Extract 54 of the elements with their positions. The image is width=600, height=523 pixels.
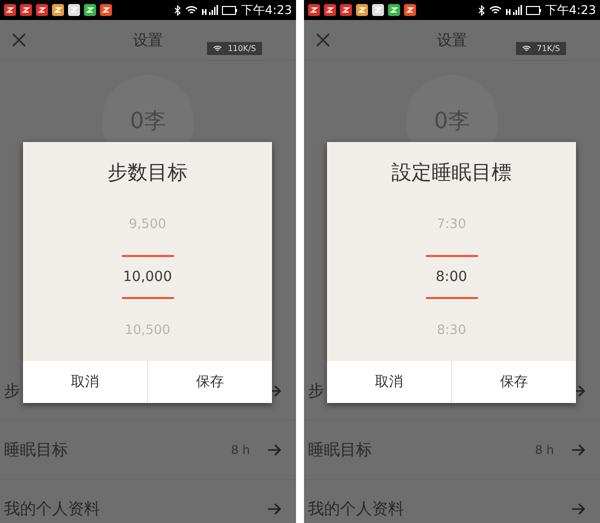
app-notification-icon <box>356 4 368 16</box>
row-label: 睡眠目标 <box>4 440 68 460</box>
app-notification-icon <box>372 4 384 16</box>
app-notification-icon <box>52 4 64 16</box>
app-notification-icon <box>36 4 48 16</box>
battery-icon <box>526 6 542 14</box>
settings-row[interactable]: 我的个人资料 <box>0 480 296 523</box>
bluetooth-icon <box>174 4 182 16</box>
signal-icon <box>202 4 218 16</box>
picker-option[interactable]: 10,000 <box>122 255 174 299</box>
network-speed-badge: 110K/S <box>206 42 262 55</box>
app-notification-icon <box>308 4 320 16</box>
close-icon[interactable] <box>12 33 26 47</box>
arrow-right-icon <box>268 444 282 456</box>
app-notification-icon <box>68 4 80 16</box>
app-notification-icon <box>324 4 336 16</box>
settings-row[interactable]: 睡眠目标 8 h <box>0 421 296 480</box>
close-icon[interactable] <box>316 33 330 47</box>
picker-option[interactable]: 9,500 <box>122 202 174 246</box>
arrow-right-icon <box>572 444 586 456</box>
picker-option[interactable]: 8:30 <box>426 308 478 352</box>
status-time: 下午4:23 <box>241 2 292 18</box>
row-label: 睡眠目标 <box>308 440 372 460</box>
dialog-title: 步数目标 <box>108 160 188 184</box>
network-speed-badge: 71K/S <box>516 42 566 55</box>
picker-option[interactable]: 10,500 <box>122 308 174 352</box>
app-notification-icon <box>84 4 96 16</box>
row-label: 我的个人资料 <box>4 498 100 520</box>
row-label: 步 <box>4 380 20 402</box>
settings-row[interactable]: 我的个人资料 <box>304 480 600 523</box>
arrow-right-icon <box>572 503 586 515</box>
battery-icon <box>222 6 238 14</box>
picker-option[interactable]: 8:00 <box>426 255 478 299</box>
row-value: 8 h <box>230 443 250 457</box>
row-label: 步 <box>308 380 324 402</box>
wifi-icon <box>489 5 502 15</box>
app-notification-icon <box>100 4 112 16</box>
app-notification-icon <box>4 4 16 16</box>
app-notification-icon <box>404 4 416 16</box>
arrow-right-icon <box>268 503 282 515</box>
page-title: 设置 <box>437 30 467 48</box>
row-value: 8 h <box>534 443 554 457</box>
row-label: 我的个人资料 <box>308 498 404 520</box>
dialog-title: 設定睡眠目標 <box>392 160 512 184</box>
page-title: 设置 <box>133 30 163 48</box>
wifi-icon <box>185 5 198 15</box>
settings-row[interactable]: 睡眠目标 8 h <box>304 421 600 480</box>
bluetooth-icon <box>478 4 486 16</box>
status-time: 下午4:23 <box>545 2 596 18</box>
app-notification-icon <box>388 4 400 16</box>
picker-option[interactable]: 7:30 <box>426 202 478 246</box>
app-notification-icon <box>340 4 352 16</box>
signal-icon <box>506 4 522 16</box>
app-notification-icon <box>20 4 32 16</box>
